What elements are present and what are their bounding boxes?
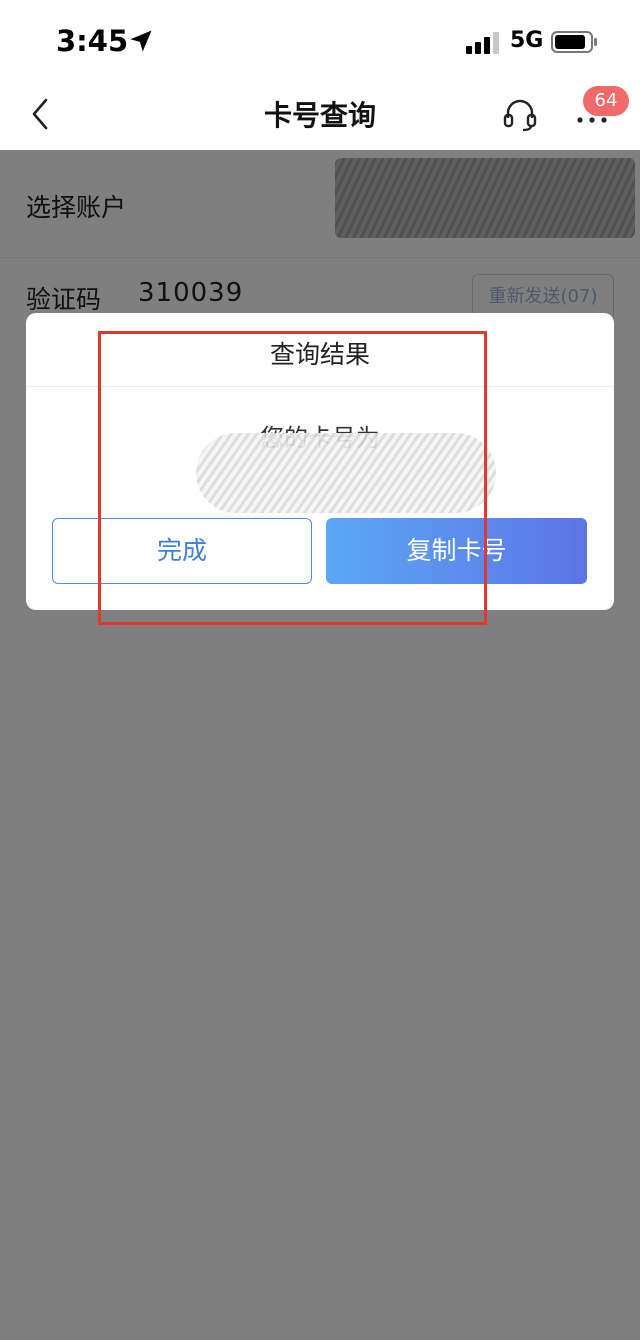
location-arrow-icon xyxy=(130,30,152,52)
signal-icon xyxy=(466,32,499,54)
status-time: 3:45 xyxy=(56,24,129,58)
headset-icon[interactable] xyxy=(502,96,538,132)
annotation-highlight-box xyxy=(98,331,487,625)
network-label: 5G xyxy=(510,28,544,53)
nav-bar: 卡号查询 64 xyxy=(0,84,640,150)
status-bar: 3:45 5G xyxy=(0,0,640,84)
notification-badge: 64 xyxy=(583,86,629,116)
page-title: 卡号查询 xyxy=(263,99,376,132)
battery-icon xyxy=(551,31,597,53)
screen: 3:45 5G 卡号查询 64 查询结果 完成 复制卡号 xyxy=(0,0,640,1340)
